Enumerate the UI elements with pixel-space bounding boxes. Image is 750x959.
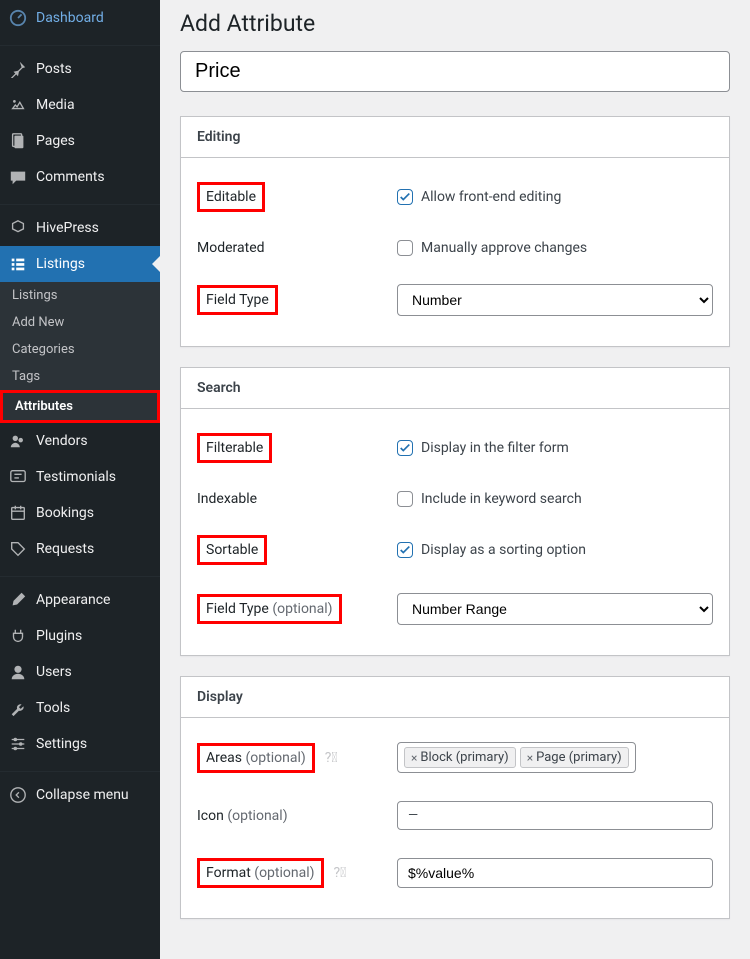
attribute-name-input[interactable]	[180, 51, 730, 92]
indexable-check-label: Include in keyword search	[421, 491, 582, 507]
search-fieldtype-label: Field Type (optional)	[197, 594, 342, 624]
sidebar-label: Plugins	[36, 628, 82, 644]
sortable-check-label: Display as a sorting option	[421, 542, 586, 558]
dashboard-icon	[8, 8, 28, 28]
sidebar-label: Pages	[36, 133, 75, 149]
sidebar-submenu: Listings Add New Categories Tags Attribu…	[0, 282, 160, 423]
sidebar-label: Settings	[36, 736, 87, 752]
page-title: Add Attribute	[180, 10, 730, 37]
moderated-checkbox[interactable]	[397, 240, 413, 256]
sidebar-item-plugins[interactable]: Plugins	[0, 618, 160, 654]
tag-icon	[8, 539, 28, 559]
sidebar-label: Listings	[36, 256, 85, 272]
submenu-item-addnew[interactable]: Add New	[0, 309, 160, 336]
sidebar-label: Appearance	[36, 592, 110, 608]
submenu-item-attributes[interactable]: Attributes	[3, 393, 157, 420]
indexable-label: Indexable	[197, 491, 257, 507]
pages-icon	[8, 131, 28, 151]
remove-tag-icon[interactable]: ×	[527, 751, 533, 765]
areas-select[interactable]: ×Block (primary) ×Page (primary)	[397, 742, 636, 773]
icon-label: Icon (optional)	[197, 808, 288, 824]
section-heading: Display	[181, 677, 729, 718]
help-icon[interactable]: ?⃝	[325, 750, 338, 766]
sidebar-label: Bookings	[36, 505, 94, 521]
search-fieldtype-select[interactable]: Number Range	[397, 593, 713, 625]
submenu-item-categories[interactable]: Categories	[0, 336, 160, 363]
brush-icon	[8, 590, 28, 610]
sidebar-item-media[interactable]: Media	[0, 87, 160, 123]
sidebar-item-listings[interactable]: Listings	[0, 246, 160, 282]
sidebar-label: Vendors	[36, 433, 88, 449]
sidebar-label: Posts	[36, 61, 72, 77]
area-tag[interactable]: ×Block (primary)	[404, 747, 516, 768]
moderated-check-label: Manually approve changes	[421, 240, 587, 256]
sidebar-label: Tools	[36, 700, 70, 716]
sidebar-label: Comments	[36, 169, 105, 185]
submenu-item-tags[interactable]: Tags	[0, 363, 160, 390]
editing-fieldtype-select[interactable]: Number	[397, 284, 713, 316]
search-section: Search Filterable Display in the filter …	[180, 367, 730, 656]
media-icon	[8, 95, 28, 115]
quote-icon	[8, 467, 28, 487]
sidebar-item-posts[interactable]: Posts	[0, 51, 160, 87]
sidebar-item-requests[interactable]: Requests	[0, 531, 160, 567]
display-section: Display Areas (optional) ?⃝ ×Block (prim…	[180, 676, 730, 919]
format-input[interactable]	[397, 858, 713, 888]
comments-icon	[8, 167, 28, 187]
sidebar-label: Testimonials	[36, 469, 116, 485]
main-content: Add Attribute Editing Editable Allow fro…	[160, 0, 750, 959]
sidebar-label: Collapse menu	[36, 787, 129, 803]
sidebar-item-settings[interactable]: Settings	[0, 726, 160, 762]
plug-icon	[8, 626, 28, 646]
sidebar-label: Requests	[36, 541, 94, 557]
help-icon[interactable]: ?⃝	[334, 865, 347, 881]
section-heading: Search	[181, 368, 729, 409]
area-tag[interactable]: ×Page (primary)	[520, 747, 629, 768]
collapse-icon	[8, 785, 28, 805]
filterable-check-label: Display in the filter form	[421, 440, 569, 456]
editable-label: Editable	[197, 182, 265, 212]
admin-sidebar: Dashboard Posts Media Pages Comments Hiv…	[0, 0, 160, 959]
sidebar-collapse[interactable]: Collapse menu	[0, 777, 160, 813]
sidebar-item-tools[interactable]: Tools	[0, 690, 160, 726]
sidebar-label: Dashboard	[36, 10, 104, 26]
filterable-label: Filterable	[197, 433, 272, 463]
filterable-checkbox[interactable]	[397, 440, 413, 456]
user-icon	[8, 662, 28, 682]
editable-checkbox[interactable]	[397, 189, 413, 205]
hivepress-icon	[8, 218, 28, 238]
sidebar-item-hivepress[interactable]: HivePress	[0, 210, 160, 246]
section-heading: Editing	[181, 117, 729, 158]
editable-check-label: Allow front-end editing	[421, 189, 561, 205]
sliders-icon	[8, 734, 28, 754]
calendar-icon	[8, 503, 28, 523]
sidebar-label: Users	[36, 664, 72, 680]
sortable-label: Sortable	[197, 535, 267, 565]
areas-label: Areas (optional)	[197, 743, 315, 773]
pin-icon	[8, 59, 28, 79]
sidebar-item-testimonials[interactable]: Testimonials	[0, 459, 160, 495]
submenu-item-listings[interactable]: Listings	[0, 282, 160, 309]
remove-tag-icon[interactable]: ×	[411, 751, 417, 765]
sidebar-item-pages[interactable]: Pages	[0, 123, 160, 159]
sidebar-label: HivePress	[36, 220, 99, 236]
sortable-checkbox[interactable]	[397, 542, 413, 558]
sidebar-item-users[interactable]: Users	[0, 654, 160, 690]
sidebar-item-comments[interactable]: Comments	[0, 159, 160, 195]
sidebar-label: Media	[36, 97, 75, 113]
editing-section: Editing Editable Allow front-end editing…	[180, 116, 730, 347]
list-icon	[8, 254, 28, 274]
sidebar-item-bookings[interactable]: Bookings	[0, 495, 160, 531]
indexable-checkbox[interactable]	[397, 491, 413, 507]
sidebar-item-vendors[interactable]: Vendors	[0, 423, 160, 459]
sidebar-item-dashboard[interactable]: Dashboard	[0, 0, 160, 36]
wrench-icon	[8, 698, 28, 718]
sidebar-item-appearance[interactable]: Appearance	[0, 582, 160, 618]
users-icon	[8, 431, 28, 451]
icon-select[interactable]: —	[397, 801, 713, 830]
format-label: Format (optional)	[197, 858, 324, 888]
fieldtype-label: Field Type	[197, 285, 278, 315]
moderated-label: Moderated	[197, 240, 265, 256]
